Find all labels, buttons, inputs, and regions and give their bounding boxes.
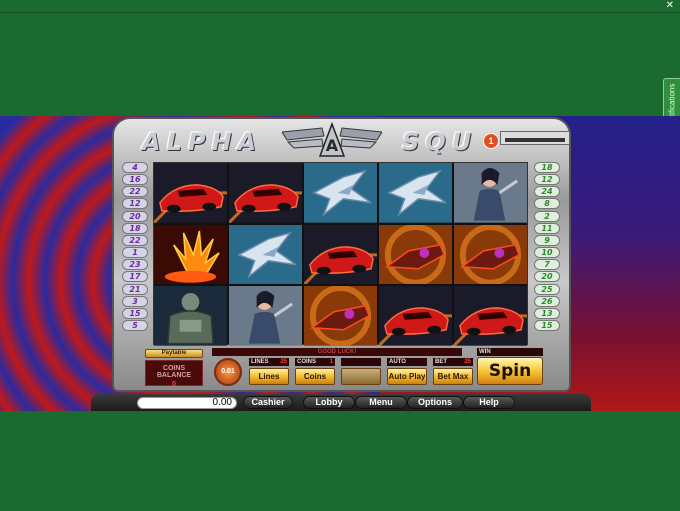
payline-left-number[interactable]: 17 — [122, 271, 148, 283]
payline-left-number[interactable]: 12 — [122, 198, 148, 210]
payline-left-number[interactable]: 1 — [122, 247, 148, 259]
lines-value: 25 — [280, 359, 287, 365]
coins-balance-value: 0 — [172, 381, 176, 388]
bottom-bar: 0.00 Cashier Lobby Menu Options Help — [91, 394, 591, 411]
autoplay-button[interactable]: Auto Play — [387, 368, 427, 385]
payline-right-number[interactable]: 18 — [534, 162, 560, 173]
paytable-button[interactable]: Paytable — [145, 349, 203, 358]
payline-left-number[interactable]: 5 — [122, 320, 148, 332]
coin-value-dial[interactable]: 0.01 — [214, 358, 242, 386]
top-bar: ✕ — [0, 0, 680, 13]
help-button[interactable]: Help — [463, 396, 515, 409]
payline-left-number[interactable]: 4 — [122, 162, 148, 173]
mini-progress-panel — [500, 131, 570, 145]
emblem-letter: A — [326, 136, 339, 155]
menu-button[interactable]: Menu — [355, 396, 407, 409]
payline-right-number[interactable]: 10 — [534, 247, 560, 259]
logo-text-squad: SQU — [402, 128, 478, 156]
game-logo: ALPHA A SQU — [142, 122, 522, 158]
reel-column — [304, 163, 377, 347]
lines-button[interactable]: Lines — [249, 368, 289, 385]
payline-right-number[interactable]: 9 — [534, 234, 560, 246]
hover-bike-symbol-icon — [379, 224, 452, 285]
payline-left-number[interactable]: 22 — [122, 234, 148, 246]
winged-a-emblem-icon: A — [282, 122, 382, 157]
close-icon[interactable]: ✕ — [666, 0, 674, 11]
payline-right-number[interactable]: 15 — [534, 320, 560, 332]
payline-right-number[interactable]: 12 — [534, 174, 560, 186]
payline-left-number[interactable]: 23 — [122, 259, 148, 271]
coins-header: COINS — [297, 359, 317, 365]
coins-balance-display: COINS BALANCE 0 — [145, 360, 203, 388]
reel-column — [454, 163, 527, 347]
payline-right-number[interactable]: 11 — [534, 222, 560, 234]
bet-value: 25 — [464, 359, 471, 365]
silver-jet-symbol-icon — [304, 163, 377, 223]
paylines-left: 4 16 22 12 20 18 22 1 23 17 21 3 15 5 — [122, 162, 148, 344]
blank-button — [341, 368, 381, 385]
payline-right-number[interactable]: 8 — [534, 198, 560, 210]
reel-column — [379, 163, 452, 347]
coins-balance-label: COINS BALANCE — [156, 365, 192, 379]
payline-left-number[interactable]: 18 — [122, 222, 148, 234]
cashier-button[interactable]: Cashier — [243, 396, 293, 409]
red-car-symbol-icon — [229, 163, 302, 223]
armored-hero-symbol-icon — [154, 286, 227, 347]
spin-button[interactable]: Spin — [477, 357, 543, 385]
control-panel: Paytable COINS BALANCE 0 0.01 GOOD LUCK!… — [137, 346, 567, 390]
payline-left-number[interactable]: 16 — [122, 174, 148, 186]
paylines-right: 18 12 24 8 2 11 9 10 7 20 25 26 13 15 — [534, 162, 560, 344]
female-agent-symbol-icon — [454, 163, 527, 223]
red-car-symbol-icon — [154, 163, 227, 223]
lobby-button[interactable]: Lobby — [303, 396, 355, 409]
reel-area — [153, 162, 528, 347]
fire-burst-symbol-icon — [154, 224, 227, 285]
coins-button[interactable]: Coins — [295, 368, 335, 385]
options-button[interactable]: Options — [407, 396, 463, 409]
bet-max-button[interactable]: Bet Max — [433, 368, 473, 385]
notification-badge: 1 — [483, 133, 499, 149]
win-display: WIN — [477, 348, 543, 356]
blank-group — [341, 358, 381, 386]
lines-header: LINES — [251, 359, 269, 365]
hover-bike-symbol-icon — [454, 224, 527, 285]
silver-jet-symbol-icon — [229, 224, 302, 285]
red-car-symbol-icon — [304, 224, 377, 285]
coins-value: 1 — [329, 359, 333, 365]
logo-text-alpha: ALPHA — [142, 128, 263, 156]
payline-right-number[interactable]: 20 — [534, 271, 560, 283]
bet-header: BET — [435, 359, 447, 365]
female-agent-symbol-icon — [229, 286, 302, 347]
silver-jet-symbol-icon — [379, 163, 452, 223]
balance-field: 0.00 — [137, 397, 237, 409]
reel-column — [229, 163, 302, 347]
red-car-symbol-icon — [379, 286, 452, 347]
hover-bike-symbol-icon — [304, 286, 377, 347]
payline-right-number[interactable]: 7 — [534, 259, 560, 271]
payline-right-number[interactable]: 26 — [534, 295, 560, 307]
auto-group: AUTO Auto Play — [387, 358, 427, 386]
payline-left-number[interactable]: 3 — [122, 295, 148, 307]
reel-column — [154, 163, 227, 347]
payline-right-number[interactable]: 13 — [534, 307, 560, 319]
payline-right-number[interactable]: 2 — [534, 210, 560, 222]
message-strip: GOOD LUCK! — [212, 348, 462, 356]
payline-right-number[interactable]: 25 — [534, 283, 560, 295]
bet-group: BET 25 Bet Max — [433, 358, 473, 386]
payline-left-number[interactable]: 21 — [122, 283, 148, 295]
payline-left-number[interactable]: 20 — [122, 210, 148, 222]
payline-left-number[interactable]: 15 — [122, 307, 148, 319]
red-car-symbol-icon — [454, 286, 527, 347]
auto-header: AUTO — [389, 359, 406, 365]
coins-group: COINS 1 Coins — [295, 358, 335, 386]
lines-group: LINES 25 Lines — [249, 358, 289, 386]
payline-left-number[interactable]: 22 — [122, 186, 148, 198]
payline-right-number[interactable]: 24 — [534, 186, 560, 198]
